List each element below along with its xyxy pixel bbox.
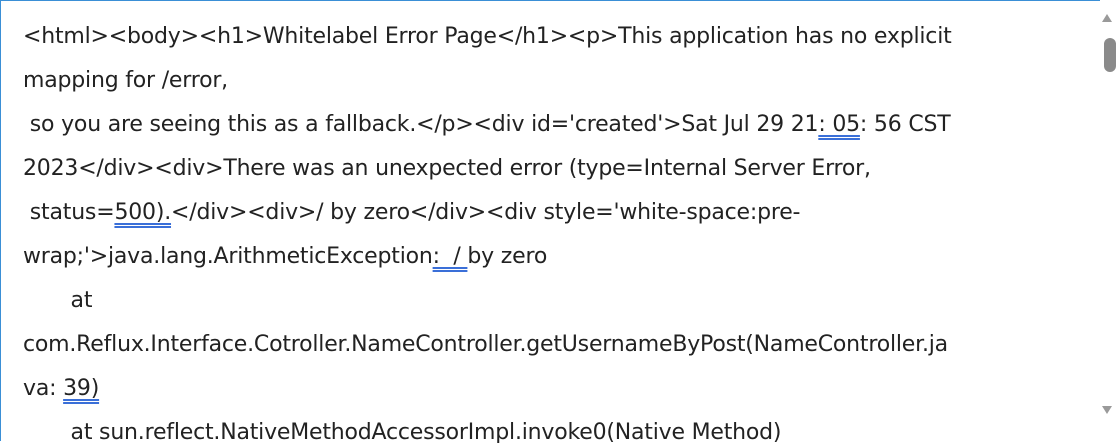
spell-check-underline[interactable]: 500). [114,200,171,225]
text-line: at sun.reflect.NativeMethodAccessorImpl.… [23,420,782,443]
text-line: at [23,288,93,313]
vertical-scrollbar[interactable] [1100,0,1116,443]
spell-check-underline[interactable]: 39) [63,376,99,401]
spell-check-underline[interactable]: : 05 [818,112,860,137]
text-line: wrap;'>java.lang.ArithmeticException: / … [23,244,548,269]
text-line: com.Reflux.Interface.Cotroller.NameContr… [23,332,948,357]
text-line: so you are seeing this as a fallback.</p… [23,112,951,137]
text-line: va: 39) [23,376,100,401]
text-line: mapping for /error, [23,68,228,93]
text-viewer-pane: <html><body><h1>Whitelabel Error Page</h… [0,0,1114,443]
scrollbar-thumb[interactable] [1104,38,1116,72]
text-line: <html><body><h1>Whitelabel Error Page</h… [23,24,952,49]
text-line: status=500).</div><div>/ by zero</div><d… [23,200,801,225]
scroll-up-arrow-icon[interactable] [1102,14,1112,22]
scroll-down-arrow-icon[interactable] [1102,406,1112,414]
spell-check-underline[interactable]: : / [433,244,468,269]
text-line: 2023</div><div>There was an unexpected e… [23,156,871,181]
error-text-content: <html><body><h1>Whitelabel Error Page</h… [23,15,1083,443]
